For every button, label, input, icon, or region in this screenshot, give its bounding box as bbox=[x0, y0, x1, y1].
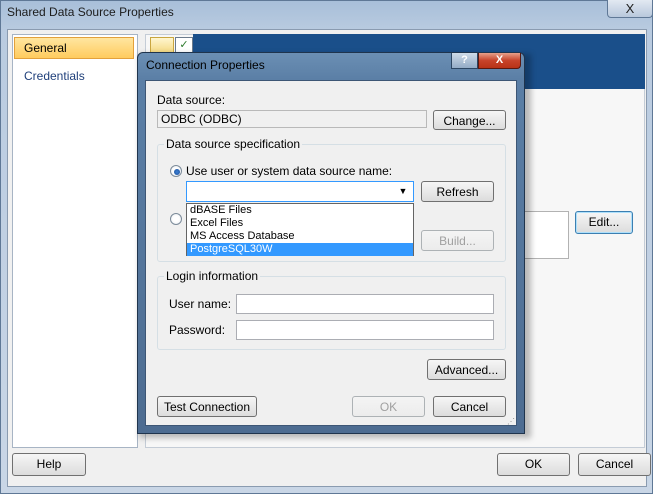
username-label: User name: bbox=[169, 297, 232, 311]
dsn-radio[interactable] bbox=[170, 165, 182, 177]
nav-item-general[interactable]: General bbox=[14, 37, 134, 59]
dsn-combobox[interactable] bbox=[186, 181, 414, 202]
test-connection-button[interactable]: Test Connection bbox=[157, 396, 257, 417]
window-close-icon[interactable]: X bbox=[607, 0, 653, 18]
data-source-label: Data source: bbox=[157, 93, 226, 107]
cancel-button[interactable]: Cancel bbox=[578, 453, 651, 476]
dsn-radio-label: Use user or system data source name: bbox=[186, 164, 393, 178]
dsn-option-excel[interactable]: Excel Files bbox=[190, 217, 413, 230]
password-label: Password: bbox=[169, 323, 226, 337]
username-input[interactable] bbox=[236, 294, 494, 314]
password-input[interactable] bbox=[236, 320, 494, 340]
window-title: Shared Data Source Properties bbox=[7, 5, 174, 19]
dsn-option-postgresql[interactable]: PostgreSQL30W bbox=[187, 243, 413, 256]
ok-button[interactable]: OK bbox=[497, 453, 570, 476]
nav-panel bbox=[12, 34, 138, 448]
spec-group-title: Data source specification bbox=[164, 137, 303, 151]
change-button[interactable]: Change... bbox=[433, 110, 506, 130]
connection-string-radio[interactable] bbox=[170, 213, 182, 225]
resize-grip-icon[interactable]: ⋰ bbox=[507, 417, 517, 426]
dropdown-arrow-icon[interactable]: ▼ bbox=[393, 182, 413, 201]
dsn-option-dbase[interactable]: dBASE Files bbox=[190, 204, 413, 217]
dialog-title: Connection Properties bbox=[146, 58, 265, 72]
nav-item-credentials[interactable]: Credentials bbox=[24, 69, 85, 83]
dsn-option-msaccess[interactable]: MS Access Database bbox=[190, 230, 413, 243]
refresh-button[interactable]: Refresh bbox=[421, 181, 494, 202]
build-button[interactable]: Build... bbox=[421, 230, 494, 251]
help-button[interactable]: Help bbox=[12, 453, 86, 476]
dialog-close-icon[interactable]: X bbox=[478, 53, 521, 69]
login-group-title: Login information bbox=[164, 269, 261, 283]
dialog-cancel-button[interactable]: Cancel bbox=[433, 396, 506, 417]
advanced-button[interactable]: Advanced... bbox=[427, 359, 506, 380]
checkbox-icon[interactable]: ✓ bbox=[175, 37, 193, 53]
dialog-help-icon[interactable]: ? bbox=[451, 53, 478, 69]
edit-button[interactable]: Edit... bbox=[575, 211, 633, 234]
data-source-field: ODBC (ODBC) bbox=[157, 110, 427, 128]
dialog-ok-button[interactable]: OK bbox=[352, 396, 425, 417]
